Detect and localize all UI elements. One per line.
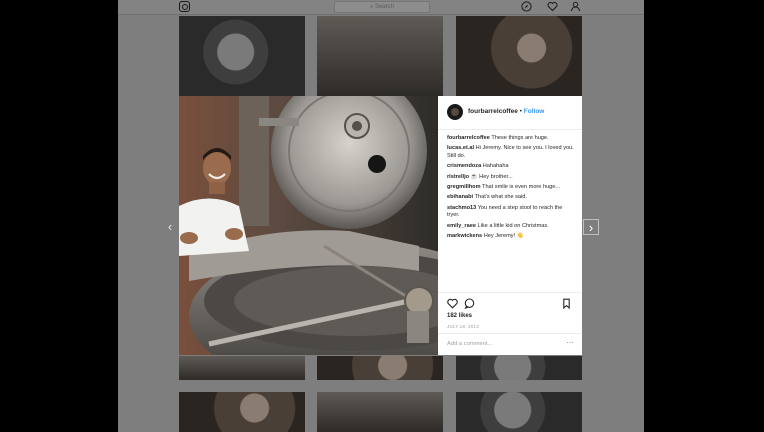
top-navigation-bar: ⌕ Search — [118, 0, 644, 15]
separator-dot: • — [519, 108, 522, 115]
heart-icon[interactable] — [547, 1, 558, 12]
likes-count[interactable]: 182 likes — [447, 313, 472, 319]
comment-username[interactable]: ebihanabi — [447, 194, 473, 200]
comment-item: markwickens Hey Jeremy! 👋 — [447, 233, 575, 240]
coffee-roaster-photo — [179, 96, 438, 355]
post-date: JULY 18, 2013 — [447, 324, 479, 329]
grid-photo[interactable] — [317, 356, 443, 380]
comment-item: emily_raee Like a little kid on Christma… — [447, 223, 575, 230]
person-icon[interactable] — [570, 1, 581, 12]
add-comment-field[interactable]: Add a comment... ⋯ — [438, 333, 582, 356]
chevron-left-icon[interactable]: ‹ — [162, 219, 178, 235]
comment-item: crismendoza Hahahaha — [447, 163, 575, 170]
grid-photo[interactable] — [456, 356, 582, 380]
comment-username[interactable]: stachmo13 — [447, 205, 476, 211]
search-placeholder: Search — [375, 4, 395, 10]
post-photo — [179, 96, 438, 355]
comment-item: rlstrelljo ☕ Hey brother... — [447, 174, 575, 181]
compass-icon[interactable] — [521, 1, 532, 12]
comment-text: That's what she said. — [474, 194, 527, 201]
comment-username[interactable]: rlstrelljo — [447, 174, 469, 180]
comment-icon[interactable] — [464, 298, 475, 310]
grid-photo[interactable] — [179, 16, 305, 96]
ellipsis-icon[interactable]: ⋯ — [566, 338, 574, 347]
comment-text: These things are huge. — [491, 135, 549, 141]
grid-photo[interactable] — [179, 392, 305, 432]
comment-text: Like a little kid on Christmas. — [477, 222, 549, 229]
comment-username[interactable]: crismendoza — [447, 163, 481, 169]
post-author: fourbarrelcoffee • Follow — [468, 108, 544, 115]
grid-photo[interactable] — [456, 392, 582, 432]
bookmark-icon[interactable] — [561, 298, 572, 310]
avatar[interactable] — [447, 104, 463, 120]
grid-photo[interactable] — [179, 356, 305, 380]
comments-list: fourbarrelcoffee These things are huge. … — [447, 135, 575, 243]
comment-item: fourbarrelcoffee These things are huge. — [447, 135, 575, 142]
grid-photo[interactable] — [317, 392, 443, 432]
search-input[interactable]: ⌕ Search — [334, 1, 430, 13]
comment-item: stachmo13 You need a step stool to reach… — [447, 205, 575, 220]
author-username[interactable]: fourbarrelcoffee — [468, 108, 518, 115]
grid-photo[interactable] — [456, 16, 582, 96]
comment-username[interactable]: fourbarrelcoffee — [447, 135, 490, 141]
follow-button[interactable]: Follow — [524, 108, 545, 115]
heart-icon[interactable] — [447, 298, 458, 309]
comment-text: ☕ Hey brother... — [470, 173, 513, 180]
comment-username[interactable]: lucas.et.al — [447, 145, 474, 151]
comment-item: ebihanabi That's what she said. — [447, 194, 575, 201]
post-actions: 182 likes JULY 18, 2013 Add a comment...… — [438, 292, 582, 356]
comment-text: Hey Jeremy! 👋 — [483, 233, 524, 240]
comment-item: gregmillhom That smile is even more huge… — [447, 184, 575, 191]
post-header: fourbarrelcoffee • Follow — [438, 96, 582, 130]
add-comment-placeholder: Add a comment... — [447, 341, 493, 347]
chevron-right-icon[interactable]: › — [583, 219, 599, 235]
grid-photo[interactable] — [317, 16, 443, 96]
comment-item: lucas.et.al Hi Jeremy. Nice to see you. … — [447, 145, 575, 160]
comment-text: Hahahaha — [482, 163, 509, 170]
comment-username[interactable]: emily_raee — [447, 223, 476, 229]
comment-username[interactable]: markwickens — [447, 233, 482, 239]
instagram-icon[interactable] — [179, 1, 190, 12]
post-sidebar: fourbarrelcoffee • Follow fourbarrelcoff… — [438, 96, 582, 355]
comment-username[interactable]: gregmillhom — [447, 184, 481, 190]
comment-text: That smile is even more huge... — [482, 184, 561, 191]
